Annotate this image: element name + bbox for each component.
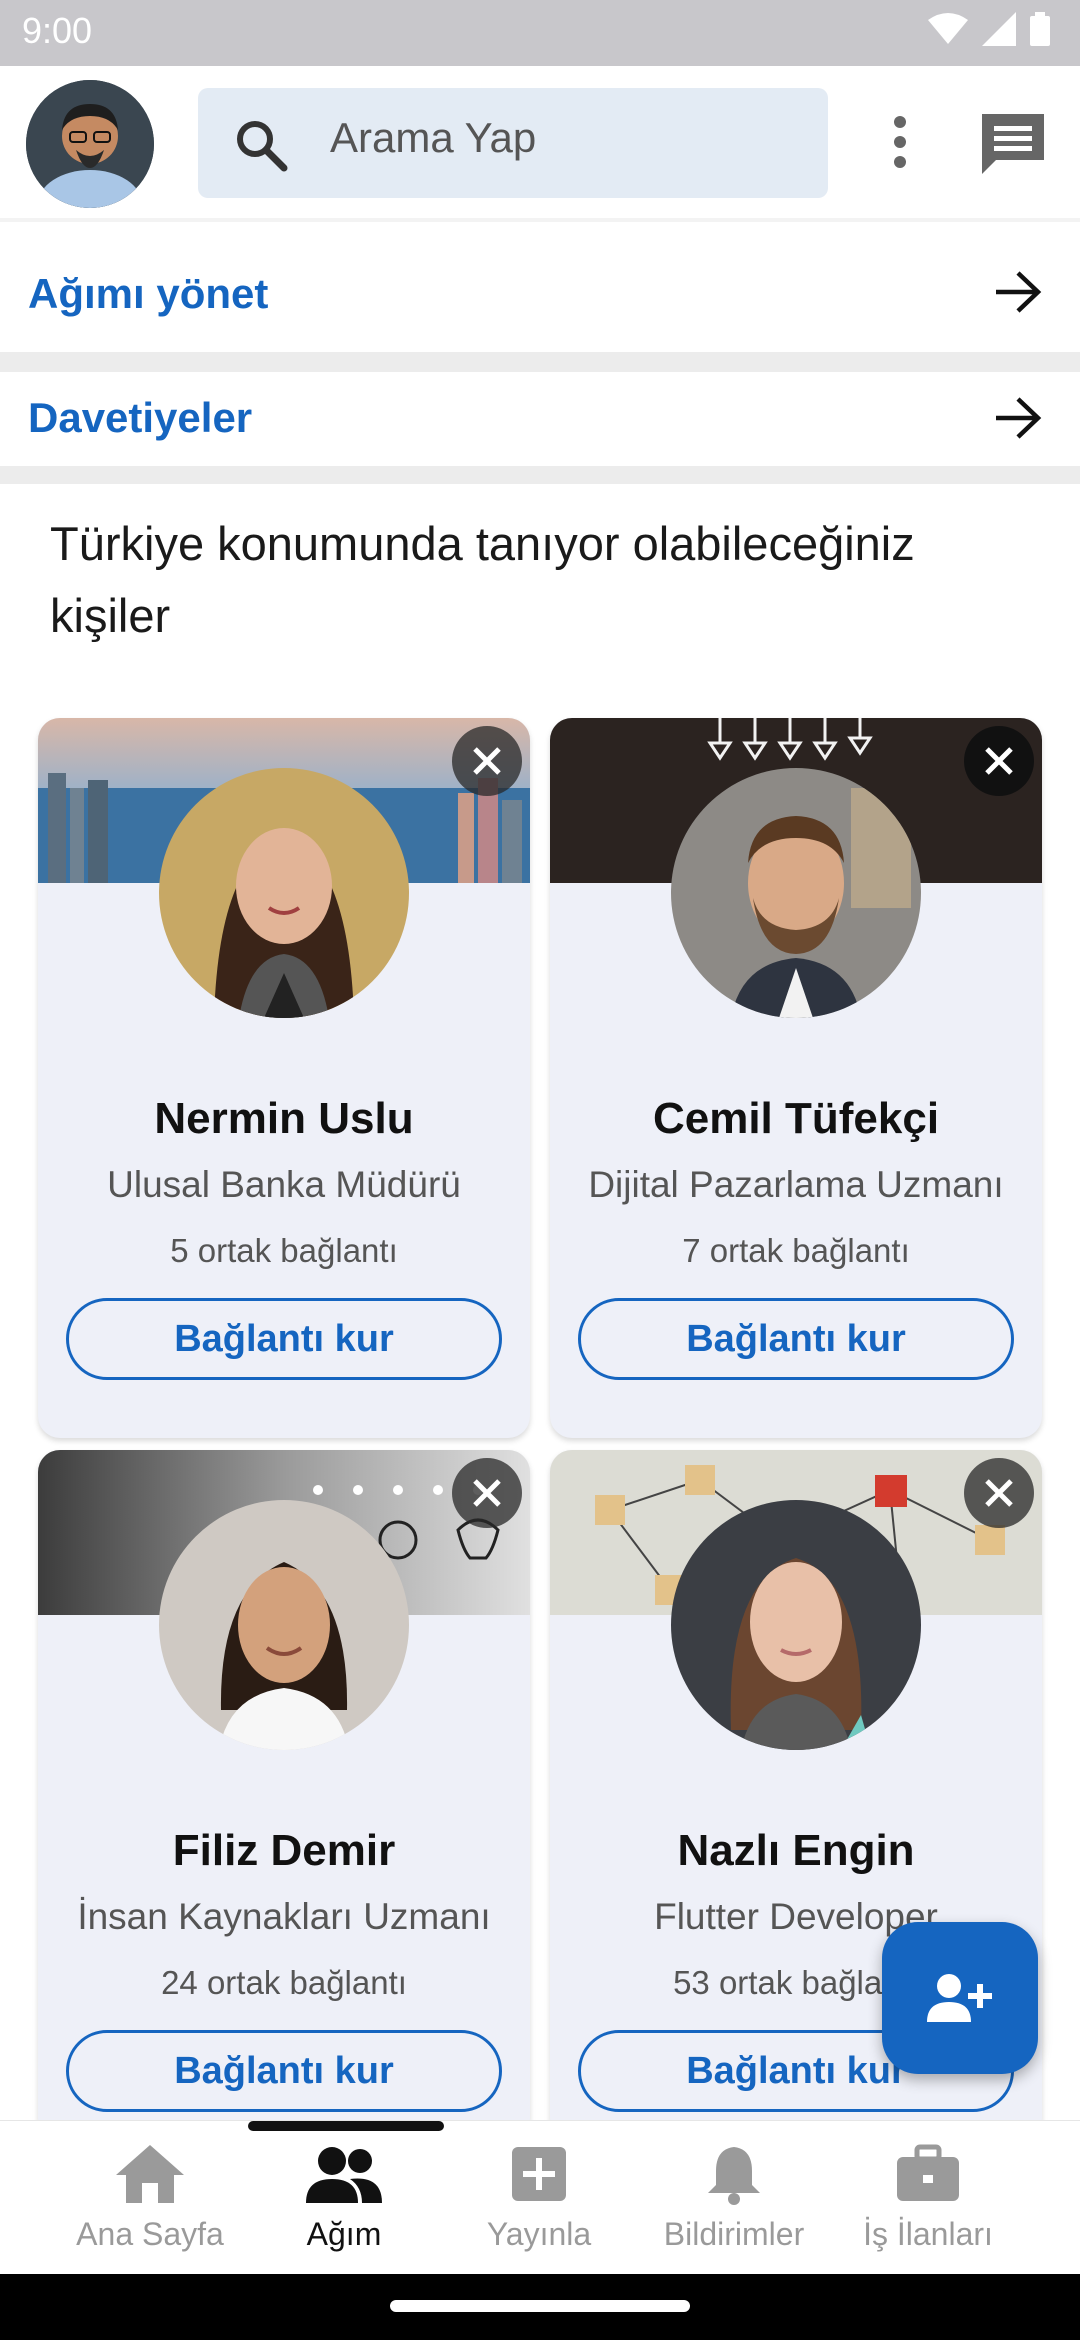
add-connection-fab[interactable]: [882, 1922, 1038, 2074]
dismiss-button[interactable]: [452, 726, 522, 796]
close-icon: [473, 747, 501, 775]
add-box-icon: [512, 2147, 566, 2201]
profile-avatar[interactable]: [26, 80, 154, 208]
person-card[interactable]: Nermin Uslu Ulusal Banka Müdürü 5 ortak …: [38, 718, 530, 1438]
nav-label: İş İlanları: [863, 2216, 993, 2252]
manage-network-row[interactable]: Ağımı yönet: [0, 222, 1080, 352]
bell-icon: [708, 2147, 760, 2205]
active-tab-indicator: [248, 2121, 444, 2131]
person-name: Nazlı Engin: [677, 1826, 915, 1875]
nav-label: Ağım: [306, 2216, 382, 2252]
close-icon: [985, 747, 1013, 775]
manage-network-label: Ağımı yönet: [28, 270, 269, 317]
search-input[interactable]: Arama Yap: [330, 114, 536, 162]
person-card[interactable]: Filiz Demir İnsan Kaynakları Uzmanı 24 o…: [38, 1450, 530, 2140]
divider: [0, 466, 1080, 484]
mutual-connections: 7 ortak bağlantı: [682, 1232, 910, 1269]
person-name: Nermin Uslu: [154, 1094, 414, 1143]
app-bar: Arama Yap: [0, 66, 1080, 218]
nav-label: Yayınla: [486, 2216, 592, 2252]
signal-icon: [982, 12, 1016, 46]
briefcase-icon: [897, 2144, 959, 2201]
status-bar: 9:00: [0, 0, 1080, 66]
connect-button[interactable]: Bağlantı kur: [66, 2030, 502, 2112]
mutual-connections: 5 ortak bağlantı: [170, 1232, 398, 1269]
person-card[interactable]: Cemil Tüfekçi Dijital Pazarlama Uzmanı 7…: [550, 718, 1042, 1438]
nav-label: Bildirimler: [663, 2216, 805, 2252]
divider: [0, 352, 1080, 372]
person-title: Dijital Pazarlama Uzmanı: [588, 1164, 1004, 1205]
invitations-label: Davetiyeler: [28, 394, 253, 441]
dismiss-button[interactable]: [964, 726, 1034, 796]
wifi-icon: [928, 13, 968, 44]
people-icon: [306, 2147, 382, 2203]
arrow-right-icon: [996, 271, 1042, 313]
profile-photo: [159, 768, 409, 1018]
nav-label: Ana Sayfa: [76, 2216, 224, 2252]
status-time: 9:00: [22, 10, 93, 51]
section-title: Türkiye konumunda tanıyor olabileceğiniz…: [50, 517, 915, 642]
person-title: İnsan Kaynakları Uzmanı: [77, 1896, 491, 1937]
more-vert-icon[interactable]: [890, 114, 910, 170]
status-icons: [928, 12, 1050, 46]
nav-home[interactable]: Ana Sayfa: [52, 2143, 248, 2253]
connect-button[interactable]: Bağlantı kur: [578, 1298, 1014, 1380]
search-bar[interactable]: Arama Yap: [198, 88, 828, 198]
system-navigation-bar: [0, 2274, 1080, 2340]
battery-icon: [1030, 12, 1050, 46]
profile-photo: [159, 1500, 409, 1750]
connect-button[interactable]: Bağlantı kur: [66, 1298, 502, 1380]
home-icon: [116, 2145, 184, 2203]
close-icon: [985, 1479, 1013, 1507]
message-icon[interactable]: [978, 110, 1048, 176]
mutual-connections: 24 ortak bağlantı: [161, 1964, 407, 2001]
dismiss-button[interactable]: [452, 1458, 522, 1528]
dismiss-button[interactable]: [964, 1458, 1034, 1528]
person-title: Ulusal Banka Müdürü: [107, 1164, 461, 1205]
bottom-navigation: Ana Sayfa Ağım Yayınla Bildirimler İş İl…: [0, 2120, 1080, 2274]
nav-jobs[interactable]: İş İlanları: [830, 2143, 1026, 2253]
person-add-icon: [927, 1974, 992, 2022]
nav-notifications[interactable]: Bildirimler: [636, 2143, 832, 2253]
person-name: Cemil Tüfekçi: [652, 1094, 940, 1143]
arrow-right-icon: [996, 397, 1042, 439]
nav-post[interactable]: Yayınla: [441, 2143, 637, 2253]
nav-network[interactable]: Ağım: [246, 2143, 442, 2253]
invitations-row[interactable]: Davetiyeler: [0, 372, 1080, 466]
profile-photo: [671, 1500, 921, 1750]
home-gesture-handle[interactable]: [390, 2300, 690, 2312]
profile-photo: [671, 768, 921, 1018]
person-name: Filiz Demir: [172, 1826, 396, 1875]
close-icon: [473, 1479, 501, 1507]
search-icon: [237, 121, 288, 172]
